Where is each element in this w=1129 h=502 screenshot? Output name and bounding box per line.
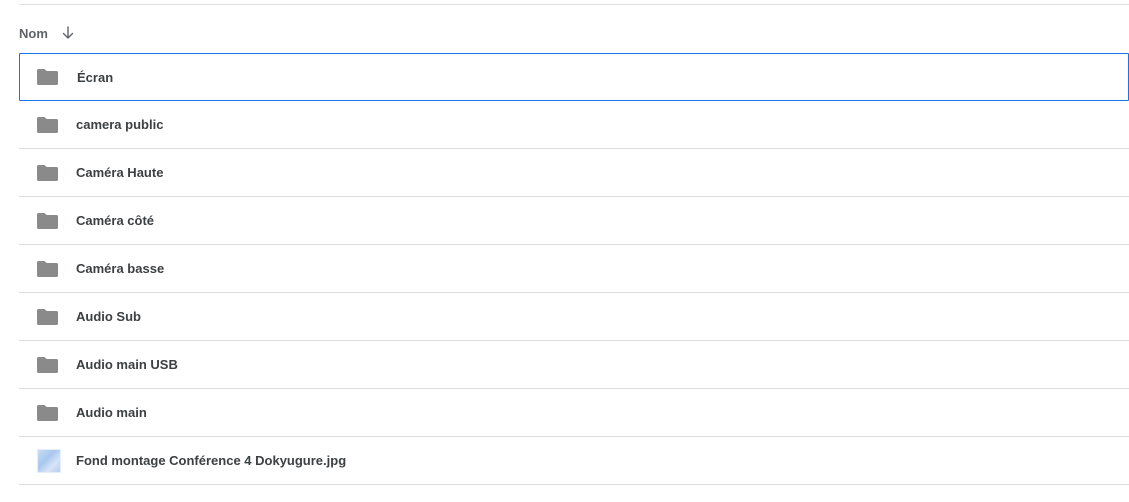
sort-by-name-header[interactable]: Nom — [19, 22, 76, 44]
folder-icon — [37, 260, 58, 277]
list-item[interactable]: Fond montage Conférence 4 Dokyugure.jpg — [19, 437, 1129, 485]
item-name: Audio main USB — [76, 357, 178, 372]
list-item[interactable]: Caméra basse — [19, 245, 1129, 293]
list-item[interactable]: Caméra côté — [19, 197, 1129, 245]
list-item[interactable]: camera public — [19, 101, 1129, 149]
list-item[interactable]: Audio main — [19, 389, 1129, 437]
name-column-label: Nom — [19, 25, 48, 41]
list-item[interactable]: Audio main USB — [19, 341, 1129, 389]
file-list: Écran camera public Caméra Haute Caméra … — [19, 53, 1129, 485]
folder-icon — [37, 308, 58, 325]
list-item[interactable]: Écran — [19, 53, 1129, 101]
item-name: Audio Sub — [76, 309, 141, 324]
list-item[interactable]: Audio Sub — [19, 293, 1129, 341]
folder-icon — [37, 116, 58, 133]
item-name: Caméra Haute — [76, 165, 164, 180]
item-name: Écran — [77, 69, 114, 85]
folder-icon — [37, 404, 58, 421]
folder-icon — [37, 69, 58, 85]
image-thumbnail-icon — [37, 448, 61, 473]
item-name: Caméra côté — [76, 213, 155, 228]
item-name: Audio main — [76, 405, 147, 420]
item-name: Fond montage Conférence 4 Dokyugure.jpg — [76, 453, 347, 468]
folder-icon — [37, 212, 58, 229]
item-name: camera public — [76, 117, 164, 132]
folder-icon — [37, 164, 58, 181]
item-name: Caméra basse — [76, 261, 165, 276]
arrow-down-icon[interactable] — [60, 25, 76, 41]
top-divider — [19, 4, 1129, 5]
folder-icon — [37, 356, 58, 373]
list-item[interactable]: Caméra Haute — [19, 149, 1129, 197]
file-list-view: Nom Écran camera public Caméra Haute Cam… — [0, 0, 1129, 502]
